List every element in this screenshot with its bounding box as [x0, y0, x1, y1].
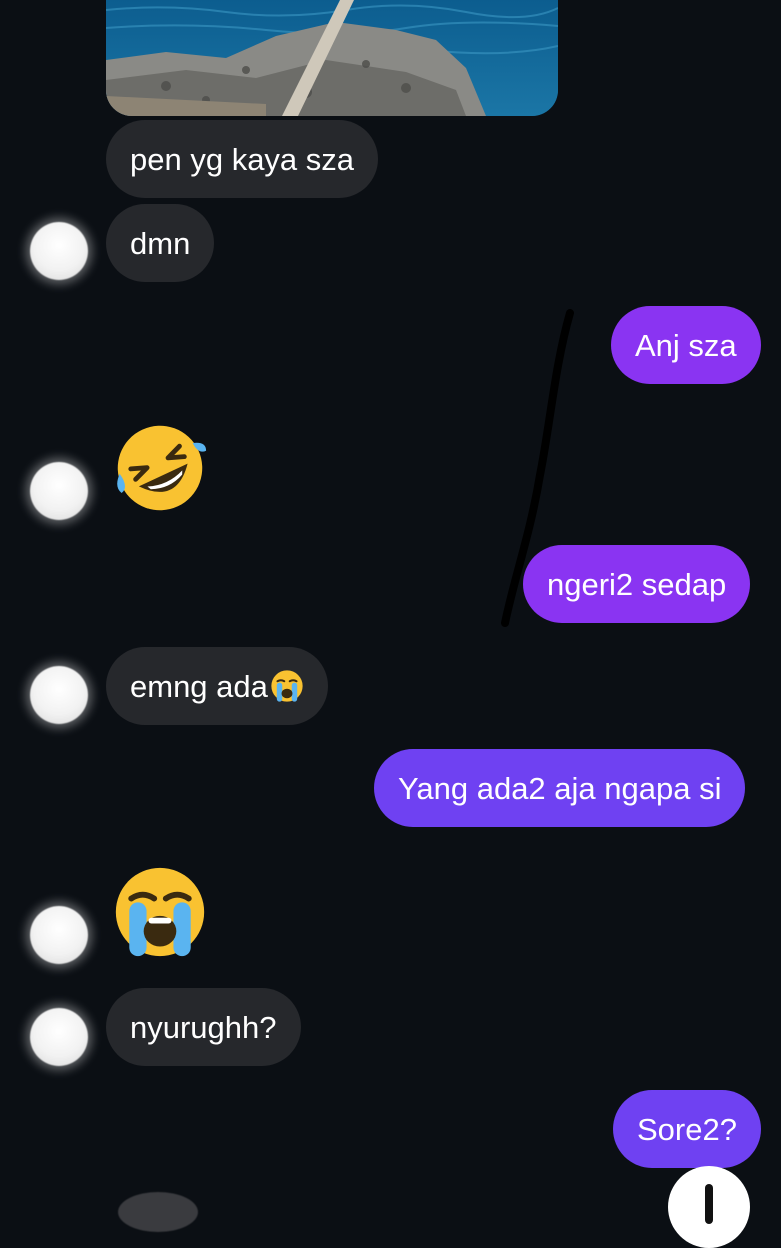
scroll-to-bottom-button[interactable] — [668, 1166, 750, 1248]
incoming-message-bubble[interactable]: emng ada — [106, 647, 328, 725]
message-text: pen yg kaya sza — [130, 141, 355, 177]
contact-avatar[interactable] — [30, 222, 88, 280]
loudly-crying-face-emoji-icon — [271, 670, 303, 702]
message-text: ngeri2 sedap — [547, 566, 727, 602]
shared-photo-image — [106, 0, 558, 116]
contact-avatar[interactable] — [30, 666, 88, 724]
incoming-message-bubble[interactable]: dmn — [106, 204, 215, 282]
scroll-to-bottom-icon — [705, 1184, 713, 1224]
message-text: emng ada — [130, 668, 268, 704]
outgoing-message-bubble[interactable]: Sore2? — [613, 1090, 761, 1168]
message-text: Yang ada2 aja ngapa si — [398, 770, 722, 806]
contact-avatar[interactable] — [30, 462, 88, 520]
contact-avatar[interactable] — [30, 1008, 88, 1066]
shared-photo[interactable] — [106, 0, 558, 116]
outgoing-message-bubble[interactable]: Yang ada2 aja ngapa si — [374, 749, 746, 827]
outgoing-message-bubble[interactable]: Anj sza — [611, 306, 761, 384]
message-text: dmn — [130, 225, 191, 261]
loudly-crying-face-emoji-icon — [115, 867, 205, 957]
incoming-message-bubble[interactable]: pen yg kaya sza — [106, 120, 379, 198]
message-text: nyurughh? — [130, 1009, 277, 1045]
incoming-message-bubble[interactable]: nyurughh? — [106, 988, 301, 1066]
message-text: Anj sza — [635, 327, 737, 363]
rolling-on-floor-laughing-emoji-icon — [117, 425, 207, 511]
contact-avatar[interactable] — [118, 1192, 198, 1232]
outgoing-message-bubble[interactable]: ngeri2 sedap — [523, 545, 751, 623]
message-text: Sore2? — [637, 1111, 737, 1147]
contact-avatar[interactable] — [30, 906, 88, 964]
